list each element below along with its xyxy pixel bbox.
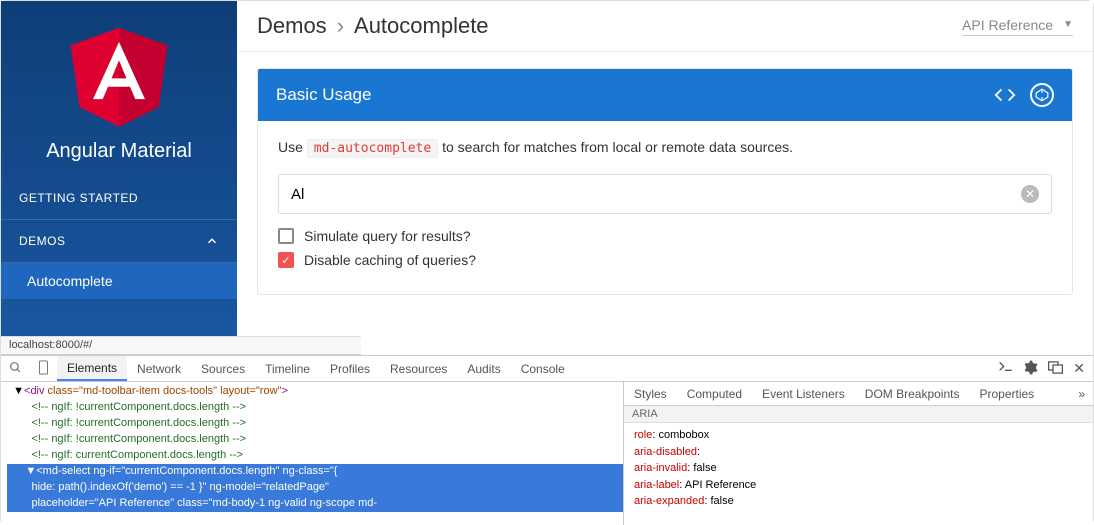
gear-icon[interactable] — [1023, 360, 1038, 378]
breadcrumb-root[interactable]: Demos — [257, 13, 327, 39]
browser-urlbar[interactable]: localhost:8000/#/ — [1, 336, 361, 355]
breadcrumb-separator: › — [337, 13, 344, 39]
more-icon[interactable]: » — [1078, 387, 1093, 401]
demo-card: Basic Usage Use md-autocomplete to searc… — [257, 68, 1073, 295]
aria-properties: role: combobox aria-disabled: aria-inval… — [624, 423, 1093, 514]
device-icon[interactable] — [30, 360, 57, 378]
tab-sources[interactable]: Sources — [191, 356, 255, 381]
sidetab-dom-breakpoints[interactable]: DOM Breakpoints — [855, 387, 970, 401]
search-icon[interactable] — [1, 361, 30, 377]
devtools-sidepane: Styles Computed Event Listeners DOM Brea… — [623, 382, 1093, 525]
sidebar-item-demos[interactable]: DEMOS — [1, 220, 237, 263]
sidebar-subitem-autocomplete[interactable]: Autocomplete — [1, 263, 237, 299]
breadcrumb-current: Autocomplete — [354, 13, 489, 39]
api-reference-select[interactable]: API Reference ▼ — [962, 17, 1073, 36]
sidetab-properties[interactable]: Properties — [969, 387, 1044, 401]
option-simulate-query[interactable]: Simulate query for results? — [278, 228, 1052, 244]
autocomplete-input[interactable] — [291, 186, 1021, 203]
breadcrumb: Demos › Autocomplete API Reference ▼ — [237, 1, 1093, 52]
card-description: Use md-autocomplete to search for matche… — [278, 139, 1052, 156]
dropdown-caret-icon: ▼ — [1063, 19, 1073, 30]
angular-shield-icon — [64, 19, 174, 129]
devtools-tabs: Elements Network Sources Timeline Profil… — [1, 356, 1093, 382]
sidetab-event-listeners[interactable]: Event Listeners — [752, 387, 855, 401]
selected-dom-node[interactable]: ▼<md-select ng-if="currentComponent.docs… — [7, 464, 623, 480]
dock-icon[interactable] — [1048, 361, 1063, 377]
aria-section-header: ARIA — [624, 406, 1093, 423]
tab-elements[interactable]: Elements — [57, 356, 127, 381]
code-icon[interactable] — [994, 84, 1016, 106]
card-header: Basic Usage — [258, 69, 1072, 121]
option-disable-caching[interactable]: ✓ Disable caching of queries? — [278, 252, 1052, 268]
main-content: Demos › Autocomplete API Reference ▼ Bas… — [237, 1, 1093, 336]
dom-tree[interactable]: ▼<div class="md-toolbar-item docs-tools"… — [1, 382, 623, 525]
close-icon[interactable]: ✕ — [1073, 360, 1085, 377]
checkbox-unchecked-icon[interactable] — [278, 228, 294, 244]
chevron-up-icon — [205, 234, 219, 248]
drawer-icon[interactable] — [997, 361, 1013, 376]
tab-audits[interactable]: Audits — [457, 356, 510, 381]
autocomplete-input-wrap: ✕ — [278, 174, 1052, 214]
tab-profiles[interactable]: Profiles — [320, 356, 380, 381]
checkbox-checked-icon[interactable]: ✓ — [278, 252, 294, 268]
tab-console[interactable]: Console — [511, 356, 575, 381]
codepen-icon[interactable] — [1030, 83, 1054, 107]
sidebar-item-getting-started[interactable]: GETTING STARTED — [1, 177, 237, 220]
tab-network[interactable]: Network — [127, 356, 191, 381]
brand-title: Angular Material — [1, 140, 237, 163]
devtools: Elements Network Sources Timeline Profil… — [1, 355, 1093, 525]
code-chip: md-autocomplete — [307, 139, 438, 158]
card-title: Basic Usage — [276, 85, 371, 105]
clear-icon[interactable]: ✕ — [1021, 185, 1039, 203]
tab-timeline[interactable]: Timeline — [255, 356, 320, 381]
sidetab-styles[interactable]: Styles — [624, 387, 677, 401]
logo-area: Angular Material — [1, 1, 237, 177]
tab-resources[interactable]: Resources — [380, 356, 457, 381]
sidebar: Angular Material GETTING STARTED DEMOS A… — [1, 1, 237, 336]
sidetab-computed[interactable]: Computed — [677, 387, 752, 401]
